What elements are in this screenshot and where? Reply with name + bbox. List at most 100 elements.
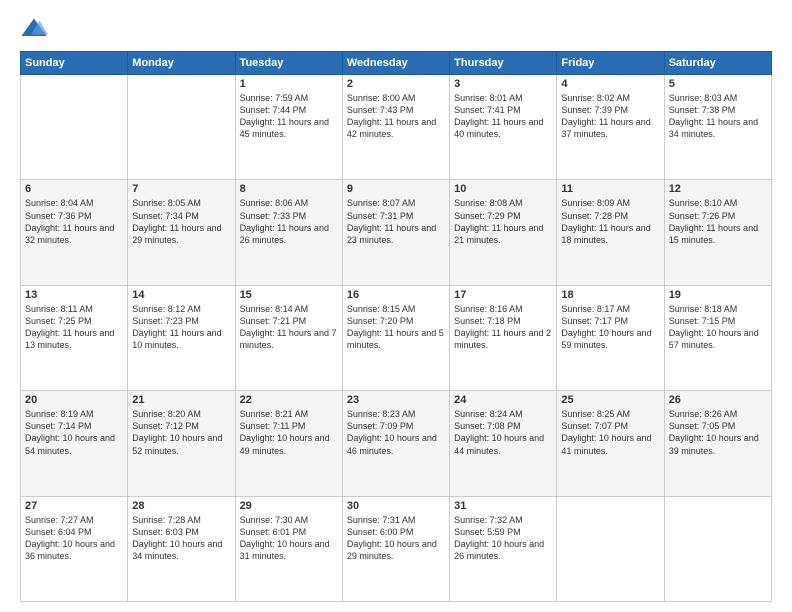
day-number: 30 bbox=[347, 500, 445, 512]
calendar-table: SundayMondayTuesdayWednesdayThursdayFrid… bbox=[20, 51, 772, 602]
day-number: 5 bbox=[669, 78, 767, 90]
weekday-thursday: Thursday bbox=[450, 52, 557, 75]
day-number: 27 bbox=[25, 500, 123, 512]
day-info: Sunrise: 8:05 AM Sunset: 7:34 PM Dayligh… bbox=[132, 197, 230, 246]
day-number: 4 bbox=[561, 78, 659, 90]
day-cell: 31Sunrise: 7:32 AM Sunset: 5:59 PM Dayli… bbox=[450, 496, 557, 601]
day-cell: 30 Sunrise: 7:31 AM Sunset: 6:00 PM Dayli… bbox=[342, 496, 449, 601]
day-cell: 2Sunrise: 8:00 AM Sunset: 7:43 PM Daylig… bbox=[342, 75, 449, 180]
day-number: 20 bbox=[25, 394, 123, 406]
day-info: Sunrise: 8:20 AM Sunset: 7:12 PM Dayligh… bbox=[132, 408, 230, 457]
day-info: Sunrise: 8:10 AM Sunset: 7:26 PM Dayligh… bbox=[669, 197, 767, 246]
logo-icon bbox=[20, 15, 48, 43]
day-info: Sunrise: 7:28 AM Sunset: 6:03 PM Dayligh… bbox=[132, 514, 230, 563]
day-cell: 11 Sunrise: 8:09 AM Sunset: 7:28 PM Dayli… bbox=[557, 180, 664, 285]
day-cell: 19Sunrise: 8:18 AM Sunset: 7:15 PM Dayli… bbox=[664, 285, 771, 390]
day-number: 16 bbox=[347, 289, 445, 301]
day-cell: 5 Sunrise: 8:03 AM Sunset: 7:38 PM Daylig… bbox=[664, 75, 771, 180]
weekday-header-row: SundayMondayTuesdayWednesdayThursdayFrid… bbox=[21, 52, 772, 75]
day-info: Sunrise: 8:11 AM Sunset: 7:25 PM Dayligh… bbox=[25, 303, 123, 352]
day-cell: 4 Sunrise: 8:02 AM Sunset: 7:39 PM Daylig… bbox=[557, 75, 664, 180]
day-info: Sunrise: 8:04 AM Sunset: 7:36 PM Dayligh… bbox=[25, 197, 123, 246]
day-info: Sunrise: 7:31 AM Sunset: 6:00 PM Dayligh… bbox=[347, 514, 445, 563]
day-info: Sunrise: 8:24 AM Sunset: 7:08 PM Dayligh… bbox=[454, 408, 552, 457]
day-number: 25 bbox=[561, 394, 659, 406]
day-cell: 17 Sunrise: 8:16 AM Sunset: 7:18 PM Dayli… bbox=[450, 285, 557, 390]
day-cell bbox=[664, 496, 771, 601]
day-number: 23 bbox=[347, 394, 445, 406]
day-number: 19 bbox=[669, 289, 767, 301]
day-number: 26 bbox=[669, 394, 767, 406]
day-info: Sunrise: 8:23 AM Sunset: 7:09 PM Dayligh… bbox=[347, 408, 445, 457]
day-cell: 29 Sunrise: 7:30 AM Sunset: 6:01 PM Dayli… bbox=[235, 496, 342, 601]
day-number: 18 bbox=[561, 289, 659, 301]
day-number: 9 bbox=[347, 183, 445, 195]
day-cell: 7 Sunrise: 8:05 AM Sunset: 7:34 PM Daylig… bbox=[128, 180, 235, 285]
day-cell bbox=[21, 75, 128, 180]
day-info: Sunrise: 8:25 AM Sunset: 7:07 PM Dayligh… bbox=[561, 408, 659, 457]
day-number: 1 bbox=[240, 78, 338, 90]
day-info: Sunrise: 8:03 AM Sunset: 7:38 PM Dayligh… bbox=[669, 92, 767, 141]
day-cell: 22 Sunrise: 8:21 AM Sunset: 7:11 PM Dayli… bbox=[235, 391, 342, 496]
day-info: Sunrise: 8:06 AM Sunset: 7:33 PM Dayligh… bbox=[240, 197, 338, 246]
day-info: Sunrise: 8:07 AM Sunset: 7:31 PM Dayligh… bbox=[347, 197, 445, 246]
day-info: Sunrise: 8:12 AM Sunset: 7:23 PM Dayligh… bbox=[132, 303, 230, 352]
day-info: Sunrise: 7:30 AM Sunset: 6:01 PM Dayligh… bbox=[240, 514, 338, 563]
day-info: Sunrise: 8:26 AM Sunset: 7:05 PM Dayligh… bbox=[669, 408, 767, 457]
page: SundayMondayTuesdayWednesdayThursdayFrid… bbox=[0, 0, 792, 612]
logo bbox=[20, 15, 52, 43]
day-info: Sunrise: 8:00 AM Sunset: 7:43 PM Dayligh… bbox=[347, 92, 445, 141]
day-number: 3 bbox=[454, 78, 552, 90]
weekday-monday: Monday bbox=[128, 52, 235, 75]
day-cell: 14 Sunrise: 8:12 AM Sunset: 7:23 PM Dayli… bbox=[128, 285, 235, 390]
day-number: 11 bbox=[561, 183, 659, 195]
day-cell: 3 Sunrise: 8:01 AM Sunset: 7:41 PM Daylig… bbox=[450, 75, 557, 180]
day-cell: 25 Sunrise: 8:25 AM Sunset: 7:07 PM Dayli… bbox=[557, 391, 664, 496]
week-row-1: 1Sunrise: 7:59 AM Sunset: 7:44 PM Daylig… bbox=[21, 75, 772, 180]
week-row-5: 27Sunrise: 7:27 AM Sunset: 6:04 PM Dayli… bbox=[21, 496, 772, 601]
day-info: Sunrise: 8:01 AM Sunset: 7:41 PM Dayligh… bbox=[454, 92, 552, 141]
week-row-4: 20 Sunrise: 8:19 AM Sunset: 7:14 PM Dayli… bbox=[21, 391, 772, 496]
day-number: 12 bbox=[669, 183, 767, 195]
day-number: 13 bbox=[25, 289, 123, 301]
week-row-2: 6 Sunrise: 8:04 AM Sunset: 7:36 PM Daylig… bbox=[21, 180, 772, 285]
day-cell: 28 Sunrise: 7:28 AM Sunset: 6:03 PM Dayli… bbox=[128, 496, 235, 601]
day-cell: 23 Sunrise: 8:23 AM Sunset: 7:09 PM Dayli… bbox=[342, 391, 449, 496]
day-cell: 1Sunrise: 7:59 AM Sunset: 7:44 PM Daylig… bbox=[235, 75, 342, 180]
day-cell bbox=[557, 496, 664, 601]
day-info: Sunrise: 8:19 AM Sunset: 7:14 PM Dayligh… bbox=[25, 408, 123, 457]
day-number: 28 bbox=[132, 500, 230, 512]
header bbox=[20, 15, 772, 43]
day-cell bbox=[128, 75, 235, 180]
day-info: Sunrise: 8:17 AM Sunset: 7:17 PM Dayligh… bbox=[561, 303, 659, 352]
day-info: Sunrise: 8:14 AM Sunset: 7:21 PM Dayligh… bbox=[240, 303, 338, 352]
day-info: Sunrise: 8:09 AM Sunset: 7:28 PM Dayligh… bbox=[561, 197, 659, 246]
day-number: 29 bbox=[240, 500, 338, 512]
day-info: Sunrise: 8:15 AM Sunset: 7:20 PM Dayligh… bbox=[347, 303, 445, 352]
day-cell: 21 Sunrise: 8:20 AM Sunset: 7:12 PM Dayli… bbox=[128, 391, 235, 496]
weekday-tuesday: Tuesday bbox=[235, 52, 342, 75]
day-number: 10 bbox=[454, 183, 552, 195]
day-cell: 18 Sunrise: 8:17 AM Sunset: 7:17 PM Dayli… bbox=[557, 285, 664, 390]
day-number: 7 bbox=[132, 183, 230, 195]
day-info: Sunrise: 8:21 AM Sunset: 7:11 PM Dayligh… bbox=[240, 408, 338, 457]
day-number: 21 bbox=[132, 394, 230, 406]
weekday-saturday: Saturday bbox=[664, 52, 771, 75]
day-number: 14 bbox=[132, 289, 230, 301]
day-number: 22 bbox=[240, 394, 338, 406]
day-info: Sunrise: 8:02 AM Sunset: 7:39 PM Dayligh… bbox=[561, 92, 659, 141]
day-number: 17 bbox=[454, 289, 552, 301]
day-number: 6 bbox=[25, 183, 123, 195]
day-cell: 26 Sunrise: 8:26 AM Sunset: 7:05 PM Dayli… bbox=[664, 391, 771, 496]
day-cell: 8 Sunrise: 8:06 AM Sunset: 7:33 PM Daylig… bbox=[235, 180, 342, 285]
day-cell: 16 Sunrise: 8:15 AM Sunset: 7:20 PM Dayli… bbox=[342, 285, 449, 390]
day-number: 24 bbox=[454, 394, 552, 406]
day-number: 15 bbox=[240, 289, 338, 301]
day-cell: 24 Sunrise: 8:24 AM Sunset: 7:08 PM Dayli… bbox=[450, 391, 557, 496]
day-info: Sunrise: 7:32 AM Sunset: 5:59 PM Dayligh… bbox=[454, 514, 552, 563]
day-cell: 15 Sunrise: 8:14 AM Sunset: 7:21 PM Dayli… bbox=[235, 285, 342, 390]
day-cell: 27Sunrise: 7:27 AM Sunset: 6:04 PM Dayli… bbox=[21, 496, 128, 601]
weekday-sunday: Sunday bbox=[21, 52, 128, 75]
day-number: 8 bbox=[240, 183, 338, 195]
day-info: Sunrise: 8:16 AM Sunset: 7:18 PM Dayligh… bbox=[454, 303, 552, 352]
